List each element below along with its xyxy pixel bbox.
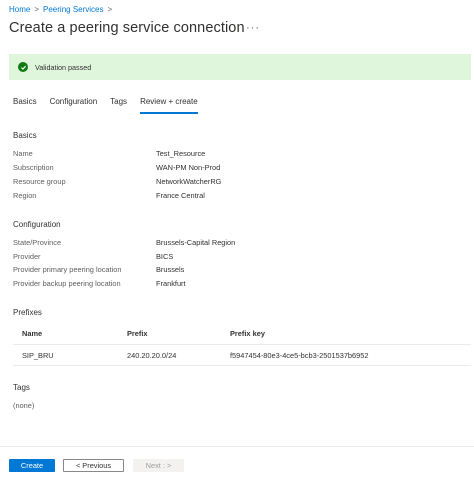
summary-label: Provider [13, 252, 41, 261]
validation-banner: Validation passed [9, 54, 471, 80]
table-header-row: Name Prefix Prefix key [13, 323, 471, 345]
summary-label: Subscription [13, 163, 54, 172]
column-header-prefix-key: Prefix key [230, 329, 265, 338]
table-cell-prefix-key: f5947454-80e3-4ce5-bcb3-2501537b6952 [230, 351, 369, 360]
column-header-name: Name [22, 329, 43, 338]
summary-label: State/Province [13, 238, 62, 247]
tags-heading: Tags [13, 383, 30, 392]
breadcrumb: Home > Peering Services > [9, 5, 112, 14]
tab-basics[interactable]: Basics [13, 97, 37, 114]
tab-configuration[interactable]: Configuration [50, 97, 98, 114]
summary-value: Brussels [156, 265, 185, 274]
summary-value: Frankfurt [156, 279, 186, 288]
tab-tags[interactable]: Tags [110, 97, 127, 114]
summary-label: Resource group [13, 177, 66, 186]
footer-divider [0, 446, 474, 447]
more-options-icon[interactable]: ··· [246, 22, 260, 34]
summary-value: Brussels-Capital Region [156, 238, 236, 247]
breadcrumb-separator: > [107, 5, 113, 14]
summary-value: BICS [156, 252, 174, 261]
summary-value: France Central [156, 191, 205, 200]
summary-label: Name [13, 149, 33, 158]
wizard-tabs: Basics Configuration Tags Review + creat… [13, 97, 211, 114]
summary-value: WAN-PM Non-Prod [156, 163, 221, 172]
page-title: Create a peering service connection [9, 20, 245, 36]
summary-label: Provider primary peering location [13, 265, 122, 274]
summary-label: Region [13, 191, 37, 200]
summary-value: NetworkWatcherRG [156, 177, 222, 186]
column-header-prefix: Prefix [127, 329, 148, 338]
tab-review-create[interactable]: Review + create [140, 97, 198, 114]
configuration-heading: Configuration [13, 220, 61, 229]
breadcrumb-peering-services-link[interactable]: Peering Services [43, 5, 103, 14]
table-row: SIP_BRU 240.20.20.0/24 f5947454-80e3-4ce… [13, 345, 471, 366]
tags-value: (none) [13, 401, 35, 410]
summary-value: Test_Resource [156, 149, 206, 158]
previous-button[interactable]: < Previous [63, 459, 124, 472]
breadcrumb-home-link[interactable]: Home [9, 5, 30, 14]
table-cell-name: SIP_BRU [22, 351, 54, 360]
create-button[interactable]: Create [9, 459, 55, 472]
table-cell-prefix: 240.20.20.0/24 [127, 351, 177, 360]
next-button[interactable]: Next : > [133, 459, 184, 472]
prefixes-heading: Prefixes [13, 308, 42, 317]
summary-label: Provider backup peering location [13, 279, 121, 288]
check-circle-icon [18, 62, 28, 72]
breadcrumb-separator: > [34, 5, 40, 14]
basics-heading: Basics [13, 131, 37, 140]
validation-status-text: Validation passed [35, 62, 92, 72]
